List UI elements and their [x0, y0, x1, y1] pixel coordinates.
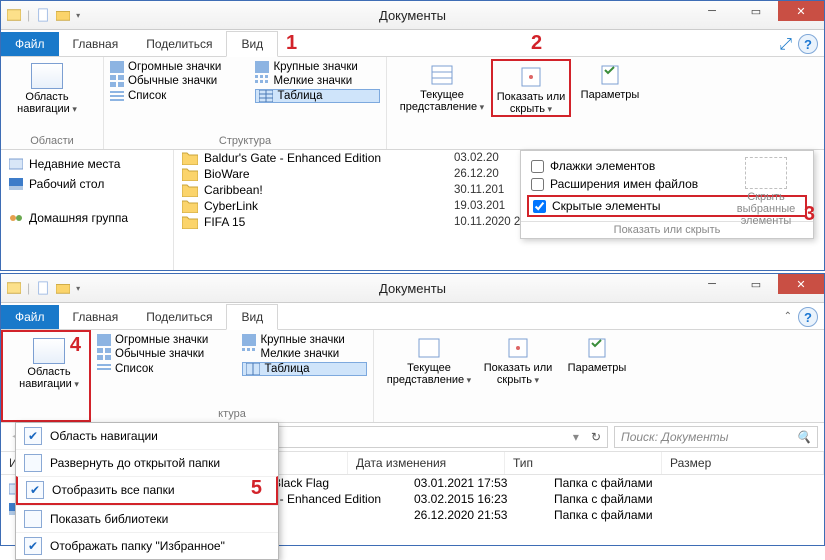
folder-icon[interactable]: [56, 8, 70, 22]
nav-pane-icon: [33, 338, 65, 364]
params-button[interactable]: Параметры: [558, 332, 636, 386]
window-title: Документы: [379, 8, 446, 23]
layout-list[interactable]: Список: [97, 362, 230, 376]
hide-selected-button[interactable]: Скрыть выбранные элементы: [725, 157, 807, 227]
tab-share[interactable]: Поделиться: [132, 305, 226, 329]
refresh-icon[interactable]: ↻: [591, 430, 601, 444]
minimize-button[interactable]: ─: [690, 274, 734, 294]
hide-selected-icon: [745, 157, 787, 189]
search-input[interactable]: Поиск: Документы 🔍: [614, 426, 818, 448]
show-hide-icon: [506, 336, 530, 360]
tab-view[interactable]: Вид: [226, 304, 278, 330]
tab-file[interactable]: Файл: [1, 305, 59, 329]
layout-large[interactable]: Крупные значки: [242, 334, 367, 346]
layout-table[interactable]: Таблица: [255, 89, 380, 103]
group-label-layout: Структура: [110, 134, 380, 149]
group-label-areas: Области: [7, 134, 97, 149]
maximize-button[interactable]: ▭: [734, 1, 778, 21]
doc-icon[interactable]: [36, 8, 50, 22]
window-1: | ▾ Документы ─ ▭ ✕ Файл Главная Поделит…: [0, 0, 825, 271]
layout-table[interactable]: Таблица: [242, 362, 367, 376]
layout-large[interactable]: Крупные значки: [255, 61, 380, 73]
tab-home[interactable]: Главная: [59, 305, 133, 329]
dd-show-libs[interactable]: Показать библиотеки: [16, 505, 278, 532]
ribbon-body: Область навигации 4 Огромные значки Круп…: [1, 330, 824, 423]
window-title: Документы: [379, 281, 446, 296]
tab-home[interactable]: Главная: [59, 32, 133, 56]
maximize-button[interactable]: ▭: [734, 274, 778, 294]
nav-homegroup[interactable]: Домашняя группа: [7, 208, 167, 228]
dropdown-icon[interactable]: ▾: [76, 11, 80, 20]
ribbon-body: Область навигации Области Огромные значк…: [1, 57, 824, 150]
current-view-button[interactable]: Текущее представление: [393, 59, 491, 117]
window-2: | ▾ Документы ─ ▭ ✕ Файл Главная Поделит…: [0, 273, 825, 546]
show-hide-popup: Скрыть выбранные элементы Флажки элемент…: [520, 150, 814, 239]
titlebar: | ▾ Документы ─ ▭ ✕: [1, 1, 824, 30]
current-view-icon: [430, 63, 454, 87]
tab-view[interactable]: Вид: [226, 31, 278, 57]
close-button[interactable]: ✕: [778, 274, 824, 294]
dd-area-nav[interactable]: ✔Область навигации: [16, 423, 278, 449]
params-button[interactable]: Параметры: [571, 59, 649, 117]
dd-expand[interactable]: Развернуть до открытой папки: [16, 449, 278, 476]
content-area: Недавние места Рабочий стол Домашняя гру…: [1, 150, 824, 270]
callout-3: 3: [804, 203, 815, 226]
app-icon: [7, 8, 21, 22]
dd-show-fav[interactable]: ✔Отображать папку "Избранное": [16, 532, 278, 559]
group-label-layout: ктура: [97, 407, 367, 422]
close-button[interactable]: ✕: [778, 1, 824, 21]
help-button[interactable]: ?: [798, 34, 818, 54]
search-icon: 🔍: [796, 430, 811, 444]
folder-icon[interactable]: [56, 281, 70, 295]
col-type[interactable]: Тип: [505, 452, 662, 474]
layout-list[interactable]: Список: [110, 89, 243, 103]
ribbon-tabs: Файл Главная Поделиться Вид ⌃ ?: [1, 303, 824, 330]
callout-2: 2: [531, 32, 542, 55]
tab-file[interactable]: Файл: [1, 32, 59, 56]
layout-huge[interactable]: Огромные значки: [110, 61, 243, 73]
layout-small[interactable]: Мелкие значки: [255, 75, 380, 87]
current-view-button[interactable]: Текущее представление: [380, 332, 478, 386]
layout-normal[interactable]: Обычные значки: [97, 348, 230, 360]
chevron-up-icon[interactable]: ⌃: [784, 311, 792, 322]
tab-share[interactable]: Поделиться: [132, 32, 226, 56]
minimize-button[interactable]: ─: [690, 1, 734, 21]
ribbon-tabs: Файл Главная Поделиться Вид 1 2 ⤢ ?: [1, 30, 824, 57]
nav-desktop[interactable]: Рабочий стол: [7, 174, 167, 194]
nav-pane-dropdown: ✔Область навигации Развернуть до открыто…: [15, 422, 279, 560]
help-button[interactable]: ?: [798, 307, 818, 327]
callout-5: 5: [251, 477, 262, 500]
nav-pane-button[interactable]: Область навигации: [7, 59, 87, 115]
dropdown-icon[interactable]: ▾: [76, 284, 80, 293]
nav-pane: Недавние места Рабочий стол Домашняя гру…: [1, 150, 174, 270]
nav-recent[interactable]: Недавние места: [7, 154, 167, 174]
show-hide-button[interactable]: Показать или скрыть: [491, 59, 571, 117]
layout-small[interactable]: Мелкие значки: [242, 348, 367, 360]
layout-huge[interactable]: Огромные значки: [97, 334, 230, 346]
show-hide-button[interactable]: Показать или скрыть: [478, 332, 558, 386]
layout-normal[interactable]: Обычные значки: [110, 75, 243, 87]
nav-pane-icon: [31, 63, 63, 89]
divider-icon: |: [27, 281, 30, 295]
app-icon: [7, 281, 21, 295]
params-icon: [598, 63, 622, 87]
titlebar: | ▾ Документы ─ ▭ ✕: [1, 274, 824, 303]
show-hide-icon: [519, 65, 543, 89]
ribbon-collapse-icon[interactable]: ⤢: [779, 36, 792, 54]
col-date[interactable]: Дата изменения: [348, 452, 505, 474]
divider-icon: |: [27, 8, 30, 22]
file-list: Baldur's Gate - Enhanced Edition03.02.20…: [174, 150, 824, 270]
callout-1: 1: [286, 32, 297, 55]
current-view-icon: [417, 336, 441, 360]
doc-icon[interactable]: [36, 281, 50, 295]
col-size[interactable]: Размер: [662, 452, 824, 474]
params-icon: [585, 336, 609, 360]
dd-show-all[interactable]: ✔Отобразить все папки 5: [16, 476, 278, 505]
callout-4: 4: [70, 334, 81, 357]
